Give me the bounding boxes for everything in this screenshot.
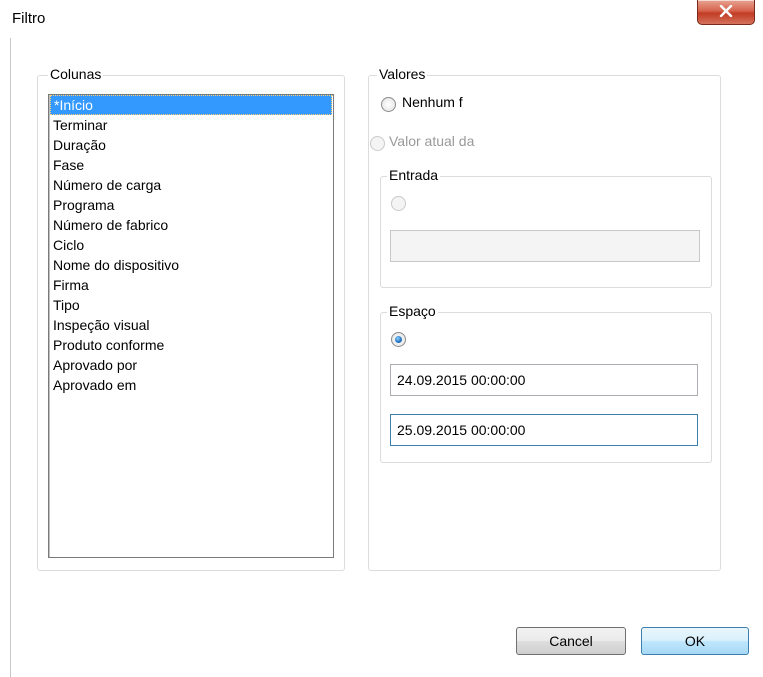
column-list-item[interactable]: Produto conforme — [50, 335, 332, 355]
column-list-item[interactable]: Fase — [50, 155, 332, 175]
column-list-item[interactable]: Número de fabrico — [50, 215, 332, 235]
values-group: Valores Nenhum f Valor atual da Entrada … — [368, 66, 721, 571]
range-to-input[interactable]: 25.09.2015 00:00:00 — [390, 414, 698, 446]
column-list-item[interactable]: Inspeção visual — [50, 315, 332, 335]
column-list-item[interactable]: Duração — [50, 135, 332, 155]
range-radio[interactable] — [391, 332, 406, 347]
range-from-input[interactable]: 24.09.2015 00:00:00 — [390, 364, 698, 396]
current-value-radio[interactable] — [370, 136, 385, 151]
column-list-item[interactable]: Firma — [50, 275, 332, 295]
column-list-item[interactable]: Tipo — [50, 295, 332, 315]
columns-group-label: Colunas — [48, 66, 104, 82]
close-icon — [719, 5, 733, 17]
ok-button[interactable]: OK — [641, 627, 749, 655]
range-group: Espaço 24.09.2015 00:00:00 25.09.2015 00… — [380, 303, 712, 463]
entry-group-label: Entrada — [387, 167, 441, 183]
entry-input[interactable] — [390, 230, 700, 262]
dialog-body: Colunas *Início Terminar Duração Fase Número… — [10, 38, 763, 677]
columns-group: Colunas *Início Terminar Duração Fase Número… — [37, 66, 345, 571]
window-title: Filtro — [12, 10, 46, 27]
column-list-item[interactable]: *Início — [50, 95, 332, 115]
close-button[interactable] — [697, 0, 755, 25]
column-list-item[interactable]: Aprovado em — [50, 375, 332, 395]
none-option-label: Nenhum f — [402, 94, 463, 110]
none-radio[interactable] — [381, 97, 396, 112]
columns-listbox[interactable]: *Início Terminar Duração Fase Número de carg… — [48, 94, 334, 558]
range-group-label: Espaço — [387, 303, 438, 319]
entry-group: Entrada — [380, 167, 712, 288]
column-list-item[interactable]: Nome do dispositivo — [50, 255, 332, 275]
values-group-label: Valores — [377, 66, 428, 82]
column-list-item[interactable]: Ciclo — [50, 235, 332, 255]
current-value-option-label: Valor atual da — [389, 133, 475, 149]
entry-radio[interactable] — [391, 196, 406, 211]
column-list-item[interactable]: Terminar — [50, 115, 332, 135]
cancel-button[interactable]: Cancel — [516, 627, 626, 655]
column-list-item[interactable]: Programa — [50, 195, 332, 215]
title-bar: Filtro — [0, 0, 763, 38]
column-list-item[interactable]: Aprovado por — [50, 355, 332, 375]
column-list-item[interactable]: Número de carga — [50, 175, 332, 195]
